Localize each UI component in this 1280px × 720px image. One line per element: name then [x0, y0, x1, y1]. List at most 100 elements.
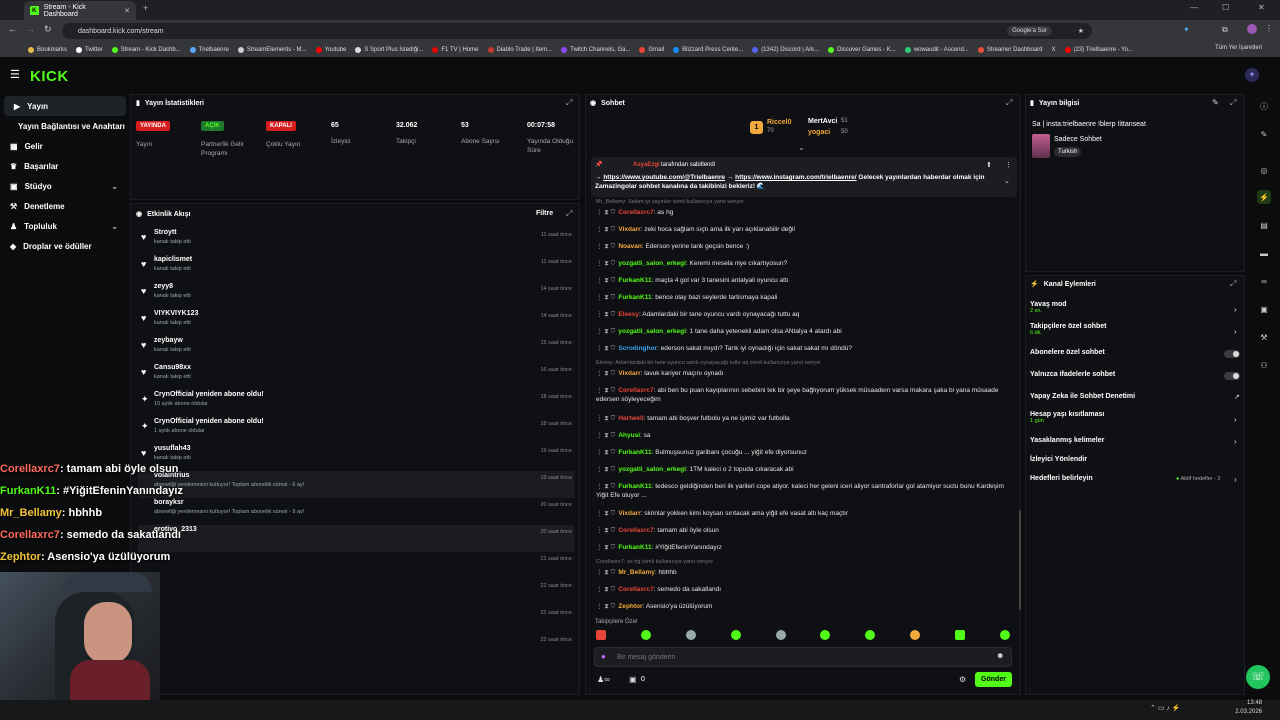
mod-tools-icon[interactable]: ⋮ ⧗ ⛉ [596, 387, 615, 394]
bookmark[interactable]: Twitch Channels, Ga... [561, 46, 630, 53]
mic-icon[interactable]: ● [601, 652, 606, 661]
mod-tools-icon[interactable]: ⋮ ⧗ ⛉ [596, 370, 615, 377]
bookmark[interactable]: Diablo Trade | Item... [487, 46, 552, 53]
bookmark[interactable]: (23) Trielbaenre - Yo... [1064, 46, 1133, 53]
activity-username[interactable]: yusuflah43 [154, 445, 191, 452]
clipboard-icon[interactable]: ▤ [1257, 218, 1271, 232]
chat-username[interactable]: Vixdarr [618, 370, 640, 377]
nav-item-basarilar[interactable]: ♛ Başarılar [0, 156, 128, 176]
chat-username[interactable]: Ahyusi [618, 432, 640, 439]
chat-username[interactable]: Mr_Bellamy [618, 569, 655, 576]
emote-icon[interactable] [820, 630, 831, 640]
emote-icon[interactable] [685, 630, 696, 640]
activity-username[interactable]: CrynOfficial yeniden abone oldu! [154, 391, 264, 398]
top-chatter-name[interactable]: yogaci [808, 129, 830, 136]
emote-only-toggle[interactable] [1224, 372, 1240, 380]
minimize-icon[interactable]: — [1190, 3, 1198, 12]
mod-tools-icon[interactable]: ⋮ ⧗ ⛉ [596, 328, 615, 335]
mod-tools-icon[interactable]: ⋮ ⧗ ⛉ [596, 483, 615, 490]
chat-input[interactable] [617, 650, 987, 664]
chat-username[interactable]: yozgatli_salon_erkegi [618, 328, 686, 335]
chat-username[interactable]: FurkanK11 [618, 277, 651, 284]
more-icon[interactable]: ⋮ [1005, 161, 1012, 169]
edit-pencil-icon[interactable]: ✎ [1257, 127, 1271, 141]
chat-username[interactable]: Corellaxrc7 [618, 387, 653, 394]
mod-tools-icon[interactable]: ⋮ ⧗ ⛉ [596, 544, 615, 551]
activity-username[interactable]: zeyy8 [154, 283, 173, 290]
chat-username[interactable]: Noavan [618, 243, 641, 250]
chevron-down-icon[interactable]: ⌄ [1004, 177, 1010, 185]
url-field[interactable]: dashboard.kick.com/stream Google'a Sor ★ [62, 23, 1092, 39]
expand-icon[interactable]: ⤢ [566, 98, 572, 108]
camera-icon[interactable]: ◎ [1257, 163, 1271, 177]
chat-username[interactable]: Corellaxrc7 [618, 209, 653, 216]
extension-icon[interactable]: ✦ [1183, 25, 1190, 34]
emote-icon[interactable] [910, 630, 921, 640]
bookmark[interactable]: wowaudit - Ascend... [904, 46, 969, 53]
reload-icon[interactable]: ↻ [44, 24, 52, 35]
extensions-puzzle-icon[interactable]: ⧉ [1222, 25, 1228, 35]
mod-tools-icon[interactable]: ⋮ ⧗ ⛉ [596, 510, 615, 517]
chevron-right-icon[interactable]: › [1234, 437, 1237, 446]
users-icon[interactable]: ♟∞ [597, 675, 610, 684]
action-followers-only[interactable]: Takipçilere özel sohbet 6 dk. [1030, 323, 1240, 336]
top-chatter-name[interactable]: Riccel0 [767, 119, 792, 126]
hammer-icon[interactable]: ⚒ [1257, 330, 1271, 344]
mod-tools-icon[interactable]: ⋮ ⧗ ⛉ [596, 311, 615, 318]
mod-tools-icon[interactable]: ⋮ ⧗ ⛉ [596, 569, 615, 576]
emote-icon[interactable] [865, 630, 876, 640]
action-slow-mode[interactable]: Yavaş mod 2 sn. [1030, 301, 1240, 314]
bookmark[interactable]: Stream - Kick Dashb... [111, 46, 181, 53]
star-icon[interactable]: ★ [1078, 27, 1084, 35]
action-ai-moderation[interactable]: Yapay Zeka ile Sohbet Denetimi [1030, 393, 1240, 400]
mod-tools-icon[interactable]: ⋮ ⧗ ⛉ [596, 294, 615, 301]
mod-tools-icon[interactable]: ⋮ ⧗ ⛉ [596, 449, 615, 456]
mod-tools-icon[interactable]: ⋮ ⧗ ⛉ [596, 432, 615, 439]
emoji-icon[interactable]: ☻ [996, 651, 1004, 660]
hamburger-menu-icon[interactable]: ☰ [10, 68, 20, 81]
action-banned-words[interactable]: Yasaklanmış kelimeler [1030, 437, 1240, 444]
mod-tools-icon[interactable]: ⋮ ⧗ ⛉ [596, 277, 615, 284]
activity-username[interactable]: Cansu98xx [154, 364, 191, 371]
bookmark[interactable]: Streamer Dashboard [977, 46, 1043, 53]
mod-tools-icon[interactable]: ⋮ ⧗ ⛉ [596, 586, 615, 593]
mod-tools-icon[interactable]: ⋮ ⧗ ⛉ [596, 466, 615, 473]
kick-logo[interactable]: KICK [30, 68, 69, 85]
chevron-right-icon[interactable]: › [1234, 415, 1237, 424]
bookmark[interactable]: Twitter [76, 46, 103, 53]
action-account-age[interactable]: Hesap yaşı kısıtlaması 1 gün [1030, 411, 1240, 424]
maximize-icon[interactable]: ☐ [1222, 3, 1229, 12]
chat-bubble-icon[interactable]: ▬ [1257, 246, 1271, 260]
bookmark[interactable]: Trielbaenre [189, 46, 229, 53]
link-icon[interactable]: ∞ [1257, 274, 1271, 288]
close-window-icon[interactable]: ✕ [1258, 3, 1265, 12]
tray-icons[interactable]: ⌃ ▭ ♪ ⚡ [1150, 704, 1181, 712]
chevron-down-icon[interactable]: ⌄ [798, 143, 805, 152]
mod-tools-icon[interactable]: ⋮ ⧗ ⛉ [596, 209, 615, 216]
close-tab-icon[interactable]: ✕ [124, 7, 130, 15]
bookmark[interactable]: Gmail [639, 46, 664, 53]
chat-scrollbar[interactable] [1019, 510, 1021, 610]
emote-icon[interactable] [999, 630, 1010, 640]
users-icon[interactable]: ⚇ [1257, 358, 1271, 372]
expand-icon[interactable]: ⤢ [1006, 98, 1012, 108]
chat-username[interactable]: FurkanK11 [618, 449, 651, 456]
chat-username[interactable]: Scrodinghor [618, 345, 657, 352]
bookmark[interactable]: Blizzard Press Cente... [673, 46, 743, 53]
settings-gear-icon[interactable]: ⚙ [959, 675, 966, 684]
expand-icon[interactable]: ⤢ [1230, 98, 1236, 108]
mod-tools-icon[interactable]: ⋮ ⧗ ⛉ [596, 415, 615, 422]
forward-icon[interactable]: → [26, 24, 35, 34]
activity-username[interactable]: Stroytt [154, 229, 177, 236]
external-link-icon[interactable]: ↗ [1234, 393, 1240, 401]
chat-username[interactable]: Vixdarr [618, 226, 640, 233]
chat-username[interactable]: Eleesy [618, 311, 639, 318]
chat-username[interactable]: Hartwell [618, 415, 643, 422]
browser-tab[interactable]: K Stream - Kick Dashboard ✕ [24, 1, 136, 20]
category-name[interactable]: Sadece Sohbet [1054, 136, 1102, 143]
emote-icon[interactable] [730, 630, 741, 640]
bookmark[interactable]: S Sport Plus İstediği... [355, 46, 423, 53]
emote-icon[interactable] [775, 630, 786, 640]
tools-icon[interactable]: ▣ [1257, 302, 1271, 316]
expand-icon[interactable]: ⤢ [1230, 279, 1236, 289]
